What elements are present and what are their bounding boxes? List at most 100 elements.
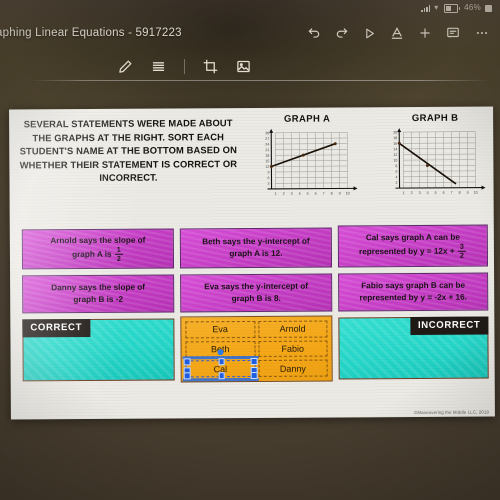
more-options-icon[interactable] [474, 26, 490, 40]
statement-line-1: Cal says graph A can be [365, 233, 460, 243]
svg-text:18: 18 [265, 154, 269, 158]
graph-b-plot: 20 18 16 14 12 10 86 42 123 456 789 10 [385, 126, 493, 201]
fraction-numerator: 3 [459, 242, 464, 252]
svg-text:3: 3 [291, 192, 293, 196]
statement-card-beth[interactable]: Beth says the y-intercept of graph A is … [179, 227, 333, 269]
svg-text:16: 16 [393, 142, 397, 146]
svg-text:4: 4 [299, 192, 301, 196]
app-bar-actions [307, 26, 500, 40]
statement-card-eva[interactable]: Eva says the y-intercept of graph B is 8… [180, 273, 333, 313]
app-bar: raphing Linear Equations - 5917223 [0, 18, 500, 48]
statement-line-2: represented by y = -2x + 16. [359, 292, 467, 303]
name-tile-eva[interactable]: Eva [185, 320, 255, 339]
svg-text:10: 10 [474, 191, 478, 195]
resize-handle-se[interactable] [250, 372, 258, 379]
fraction: 3 2 [457, 242, 466, 260]
statement-line-1: Arnold says the slope of [50, 235, 146, 246]
svg-text:12: 12 [265, 165, 269, 169]
svg-text:4: 4 [427, 191, 429, 195]
sort-bin-incorrect[interactable]: INCORRECT [338, 316, 489, 380]
statement-text: graph A is [72, 250, 112, 260]
text-lines-icon[interactable] [151, 59, 166, 74]
svg-text:30: 30 [265, 131, 269, 135]
redo-icon[interactable] [335, 26, 349, 40]
undo-icon[interactable] [307, 26, 321, 40]
pen-icon[interactable] [118, 59, 133, 74]
graph-b: GRAPH B 20 18 16 14 12 10 8 6 4 2 1 2 3 … [377, 113, 494, 201]
crop-icon[interactable] [203, 59, 218, 74]
statement-line-1: Danny says the slope of [51, 282, 146, 293]
statement-line-2: graph B is 8. [231, 293, 281, 304]
edit-toolbar [0, 52, 500, 80]
statement-line-2: represented by y = 12x + 3 2 [358, 242, 467, 260]
svg-text:20: 20 [393, 131, 397, 135]
svg-text:7: 7 [323, 192, 325, 196]
name-tile-tray[interactable]: Eva Arnold Beth Fabio Cal Danny [180, 315, 333, 383]
svg-text:2: 2 [396, 181, 398, 185]
svg-text:6: 6 [443, 191, 445, 195]
wifi-icon: ▾ [434, 3, 440, 12]
statement-card-danny[interactable]: Danny says the slope of graph B is -2 [22, 274, 175, 314]
statement-line-1: Fabio says graph B can be [361, 280, 466, 291]
battery-percent-label: 46% [464, 3, 481, 12]
add-icon[interactable] [418, 26, 432, 40]
svg-text:8: 8 [395, 164, 397, 168]
name-tile-cal[interactable]: Cal [182, 349, 259, 382]
name-tile-arnold[interactable]: Arnold [257, 320, 328, 338]
signal-icon [421, 4, 431, 12]
sort-bin-correct[interactable]: CORRECT [22, 318, 175, 382]
svg-text:10: 10 [393, 159, 397, 163]
statement-line-2: graph A is 12. [229, 248, 283, 259]
svg-text:7: 7 [451, 191, 453, 195]
svg-text:8: 8 [331, 192, 333, 196]
resize-handle-sw[interactable] [183, 372, 191, 380]
svg-text:1: 1 [275, 192, 277, 196]
statement-line-1: Beth says the y-intercept of [202, 236, 310, 247]
name-tile-danny[interactable]: Danny [258, 359, 328, 377]
worksheet-canvas[interactable]: SEVERAL STATEMENTS WERE MADE ABOUT THE G… [9, 106, 495, 420]
statement-card-cal[interactable]: Cal says graph A can be represented by y… [337, 224, 489, 268]
instructions-text: SEVERAL STATEMENTS WERE MADE ABOUT THE G… [17, 116, 239, 185]
svg-text:3: 3 [268, 182, 270, 186]
svg-text:5: 5 [307, 192, 309, 196]
svg-text:2: 2 [283, 192, 285, 196]
text-format-icon[interactable] [390, 26, 404, 40]
svg-text:9: 9 [339, 191, 341, 195]
fraction: 1 2 [114, 245, 123, 262]
battery-saver-icon [443, 3, 461, 13]
statement-line-2: graph A is 1 2 [50, 245, 145, 263]
statement-text: represented by y = 12x + [358, 246, 455, 257]
statement-line-1: Eva says the y-intercept of [204, 281, 309, 292]
present-icon[interactable] [363, 27, 376, 40]
name-tile-fabio[interactable]: Fabio [257, 340, 328, 358]
svg-text:9: 9 [467, 191, 469, 195]
fraction-denominator: 2 [457, 250, 466, 260]
resize-handle-n[interactable] [218, 358, 225, 366]
svg-text:24: 24 [265, 142, 269, 146]
battery-icon [485, 4, 492, 12]
instruction-line: SEVERAL STATEMENTS WERE MADE [23, 117, 197, 130]
document-title: raphing Linear Equations - 5917223 [0, 27, 182, 39]
svg-text:5: 5 [435, 191, 437, 195]
comment-icon[interactable] [446, 26, 460, 40]
status-bar: ▾ 46% [0, 0, 500, 16]
resize-handle-nw[interactable] [183, 358, 191, 366]
svg-text:6: 6 [315, 192, 317, 196]
svg-text:14: 14 [393, 147, 397, 151]
bin-label-correct: CORRECT [22, 318, 91, 338]
graph-b-title: GRAPH B [411, 112, 459, 125]
svg-text:6: 6 [267, 176, 269, 180]
statement-line-2: graph B is -2 [73, 294, 124, 305]
svg-text:27: 27 [265, 137, 269, 141]
image-icon[interactable] [236, 59, 251, 74]
resize-handle-ne[interactable] [250, 358, 258, 365]
svg-text:8: 8 [459, 191, 461, 195]
statement-card-arnold[interactable]: Arnold says the slope of graph A is 1 2 [21, 228, 175, 270]
graph-a-plot: 30 27 24 21 18 15 12 9 63 123 456 789 10 [257, 126, 365, 201]
toolbar-divider [184, 58, 185, 74]
statement-card-fabio[interactable]: Fabio says graph B can be represented by… [338, 272, 489, 312]
resize-handle-s[interactable] [218, 372, 225, 380]
graph-a: GRAPH A 30 27 24 21 18 15 12 9 6 3 1 2 3… [249, 113, 366, 201]
svg-text:21: 21 [265, 148, 269, 152]
svg-text:3: 3 [419, 191, 421, 195]
